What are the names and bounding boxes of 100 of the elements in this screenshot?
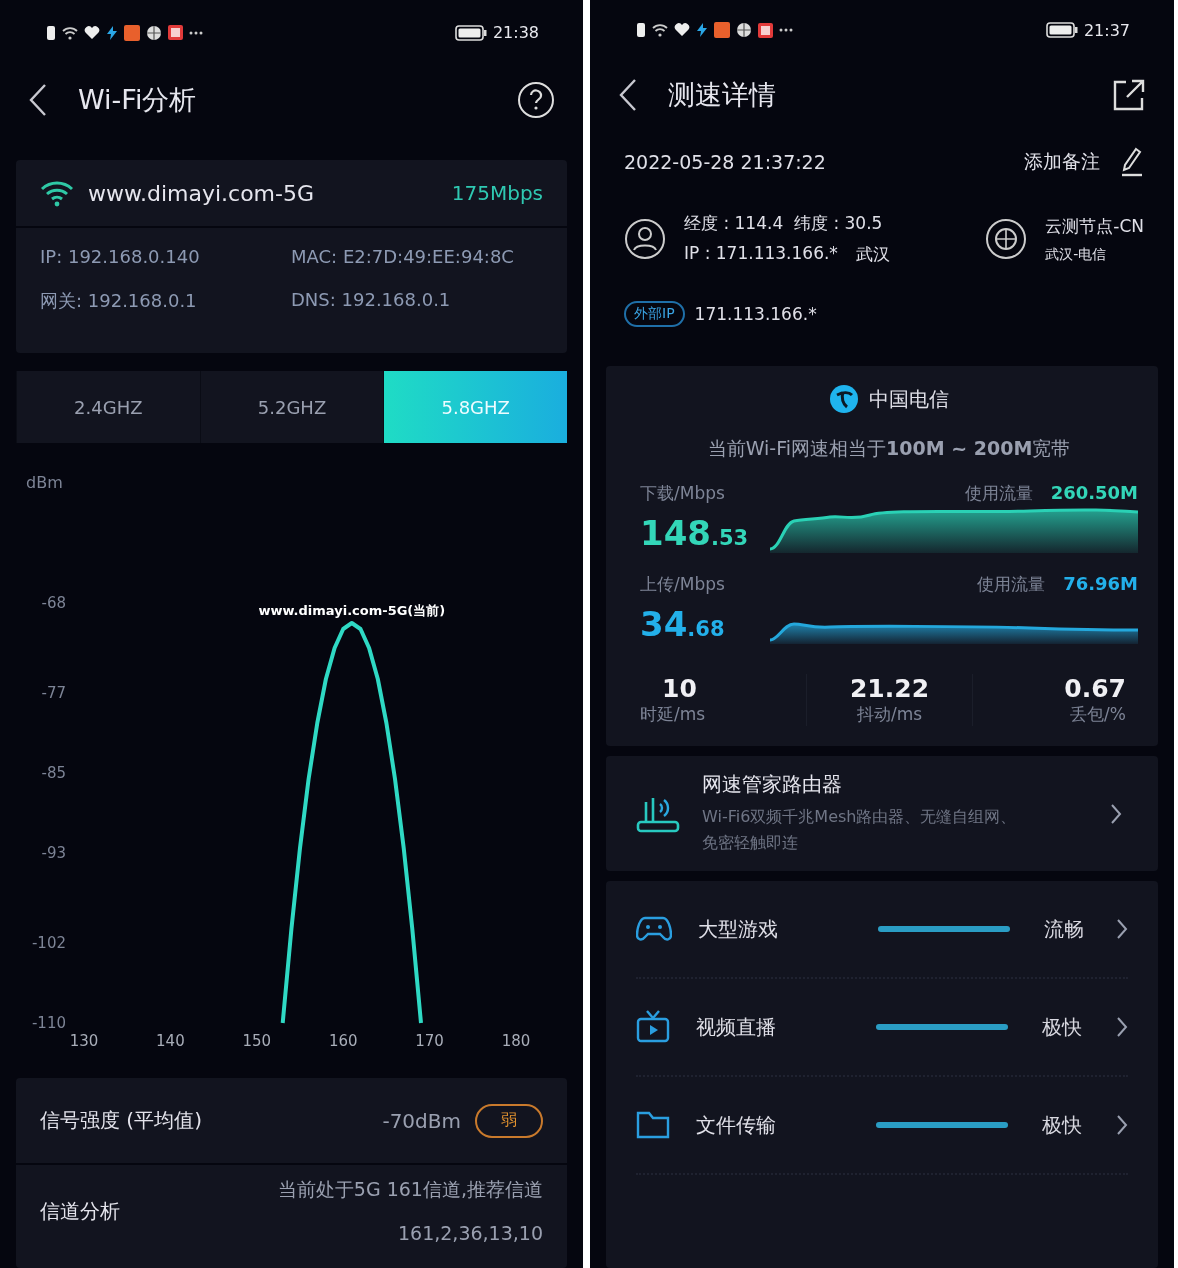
wifi-icon [62,25,78,40]
band-tab[interactable]: 2.4GHZ [16,371,200,443]
test-datetime: 2022-05-28 21:37:22 [624,151,826,173]
chevron-right-icon [1110,802,1122,825]
y-tick-label: -68 [41,594,66,612]
x-tick-label: 180 [501,1032,531,1050]
network-detail: 网关: 192.168.0.1 [40,289,198,313]
signal-label: 信号强度 (平均值) [40,1107,203,1134]
scenario-row[interactable]: 文件传输 极快 [636,1077,1128,1175]
data-usage: 76.96M [1063,573,1138,594]
x-tick-label: 130 [69,1032,99,1050]
app-icon [124,24,140,41]
scenario-name: 大型游戏 [698,915,779,943]
usage-label: 使用流量 [977,573,1046,596]
battery-icon [454,24,487,41]
wifi-icon [652,23,668,37]
router-description: Wi-Fi6双频千兆Mesh路由器、无缝自组网、免密轻触即连 [702,806,1018,854]
external-ip: 171.113.166.* [694,304,817,324]
scenario-status: 极快 [1042,1013,1083,1041]
client-ip: IP : 171.113.166.* [684,243,838,265]
axis-unit: dBm [26,473,63,492]
series-label: www.dimayi.com-5G(当前) [258,603,446,618]
download-label: 下载/Mbps [640,482,726,505]
bolt-icon [696,23,708,37]
download-speed: 148.53 [640,513,750,553]
globe-icon [985,218,1028,260]
stat-value: 21.22 [849,674,930,703]
signal-badge: 弱 [475,1103,543,1138]
status-time: 21:38 [492,23,539,42]
external-ip-tag: 外部IP [624,301,685,327]
y-tick-label: -93 [41,844,66,862]
x-tick-label: 150 [242,1032,272,1050]
help-button[interactable] [517,81,555,119]
network-detail: DNS: 192.168.0.1 [291,289,452,312]
app-icon [714,22,730,38]
y-tick-label: -102 [31,934,66,952]
help-icon [517,81,555,119]
back-icon [618,78,638,112]
network-name: www.dimayi.com-5G [88,180,316,206]
scenario-row[interactable]: 视频直播 极快 [636,979,1128,1077]
chevron-right-icon [1116,918,1128,940]
scenario-name: 视频直播 [696,1013,777,1041]
stat-value: 0.67 [1064,674,1126,703]
coordinates: 经度 : 114.4 纬度 : 30.5 [684,212,884,235]
client-city: 武汉 [855,243,890,266]
scenario-row[interactable]: 大型游戏 流畅 [636,881,1128,979]
share-button[interactable] [1112,78,1146,112]
app-icon [168,25,183,40]
stat-label: 抖动/ms [856,703,923,726]
heart-icon [674,23,690,37]
gamepad-icon [636,915,672,943]
carrier-name: 中国电信 [869,385,949,413]
server-isp: 武汉-电信 [1045,245,1108,264]
channel-label: 信道分析 [40,1197,121,1225]
y-tick-label: -85 [41,764,66,782]
more-icon [779,28,793,32]
stat-label: 丢包/% [1070,703,1126,726]
more-icon [189,30,203,35]
bolt-icon [106,25,118,40]
scenario-status: 流畅 [1044,915,1085,943]
network-detail: IP: 192.168.0.140 [40,246,201,267]
y-tick-label: -77 [41,684,66,702]
upload-label: 上传/Mbps [640,573,726,596]
globe-icon [146,24,162,41]
battery-icon [1045,22,1078,38]
user-icon [624,218,666,260]
server-node-label: 云测节点-CN [1045,214,1144,238]
x-tick-label: 140 [156,1032,185,1050]
status-time: 21:37 [1083,20,1130,40]
back-icon [28,83,48,117]
folder-icon [636,1110,670,1140]
sim-icon [636,22,646,38]
page-title: 测速详情 [668,78,777,112]
back-button[interactable] [28,83,48,117]
back-button[interactable] [618,78,638,112]
y-tick-label: -110 [31,1014,66,1032]
signal-value: -70dBm [382,1108,461,1133]
sim-icon [46,24,56,41]
page-title: Wi-Fi分析 [78,83,198,117]
globe-icon [736,22,752,38]
add-note-button[interactable]: 添加备注 [1024,147,1144,177]
router-promo[interactable]: 网速管家路由器 Wi-Fi6双频千兆Mesh路由器、无缝自组网、免密轻触即连 [606,756,1158,871]
channel-advice: 当前处于5G 161信道,推荐信道 161,2,36,13,10 [277,1177,543,1246]
scenario-status: 极快 [1042,1111,1083,1139]
speed-summary: 当前Wi-Fi网速相当于100M ~ 200M宽带 [706,436,1072,461]
router-title: 网速管家路由器 [702,771,843,798]
link-speed: 175Mbps [451,181,543,205]
chevron-right-icon [1116,1114,1128,1136]
carrier-logo-icon [829,384,859,414]
wifi-icon [40,179,74,207]
scenario-name: 文件传输 [696,1111,777,1139]
app-icon [758,22,773,38]
share-icon [1112,78,1146,112]
upload-speed: 34.68 [640,604,726,644]
heart-icon [84,25,100,40]
usage-label: 使用流量 [964,482,1033,505]
tv-icon [636,1009,670,1045]
network-detail: MAC: E2:7D:49:EE:94:8C [291,246,515,267]
x-tick-label: 160 [328,1032,358,1050]
chevron-right-icon [1116,1016,1128,1038]
